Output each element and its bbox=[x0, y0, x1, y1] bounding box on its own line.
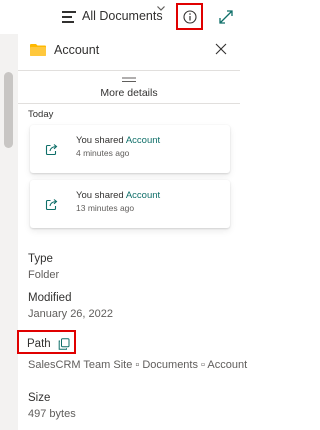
folder-icon bbox=[30, 44, 46, 56]
panel-title: Account bbox=[54, 43, 100, 57]
view-label: All Documents bbox=[82, 9, 163, 23]
type-value: Folder bbox=[28, 269, 60, 281]
grip-icon bbox=[122, 77, 136, 82]
details-panel: Account More details Today You shared Ac… bbox=[17, 34, 247, 430]
size-label: Size bbox=[28, 392, 51, 404]
modified-value: January 26, 2022 bbox=[28, 308, 114, 320]
activity-description: You shared bbox=[76, 190, 126, 201]
activity-card[interactable]: You shared Account 4 minutes ago bbox=[30, 125, 230, 173]
activity-description: You shared bbox=[76, 135, 126, 146]
share-icon bbox=[45, 199, 58, 211]
more-details-button[interactable]: More details bbox=[18, 70, 240, 104]
type-label: Type bbox=[28, 253, 53, 265]
expand-icon[interactable] bbox=[218, 9, 234, 25]
activity-card[interactable]: You shared Account 13 minutes ago bbox=[30, 180, 230, 228]
command-bar: All Documents bbox=[0, 0, 240, 34]
activity-text: You shared Account bbox=[76, 135, 160, 146]
scrollbar-thumb[interactable] bbox=[4, 72, 13, 148]
panel-header: Account bbox=[18, 34, 240, 66]
copy-icon[interactable] bbox=[58, 338, 70, 350]
info-icon bbox=[183, 10, 197, 24]
chevron-down-icon[interactable] bbox=[156, 3, 166, 13]
view-list-icon bbox=[62, 11, 76, 23]
activity-time: 4 minutes ago bbox=[76, 148, 130, 158]
more-details-label: More details bbox=[100, 87, 158, 99]
close-icon[interactable] bbox=[214, 42, 228, 56]
share-icon bbox=[45, 144, 58, 156]
activity-section-label: Today bbox=[28, 109, 54, 120]
info-button[interactable] bbox=[176, 3, 203, 30]
modified-label: Modified bbox=[28, 292, 72, 304]
size-value: 497 bytes bbox=[28, 408, 76, 420]
activity-text: You shared Account bbox=[76, 190, 160, 201]
path-value: SalesCRM Team Site ▫ Documents ▫ Account bbox=[28, 359, 248, 371]
path-label: Path bbox=[27, 338, 51, 350]
left-scroll-area bbox=[0, 34, 18, 430]
activity-time: 13 minutes ago bbox=[76, 203, 135, 213]
activity-item-link[interactable]: Account bbox=[126, 135, 160, 146]
activity-item-link[interactable]: Account bbox=[126, 190, 160, 201]
